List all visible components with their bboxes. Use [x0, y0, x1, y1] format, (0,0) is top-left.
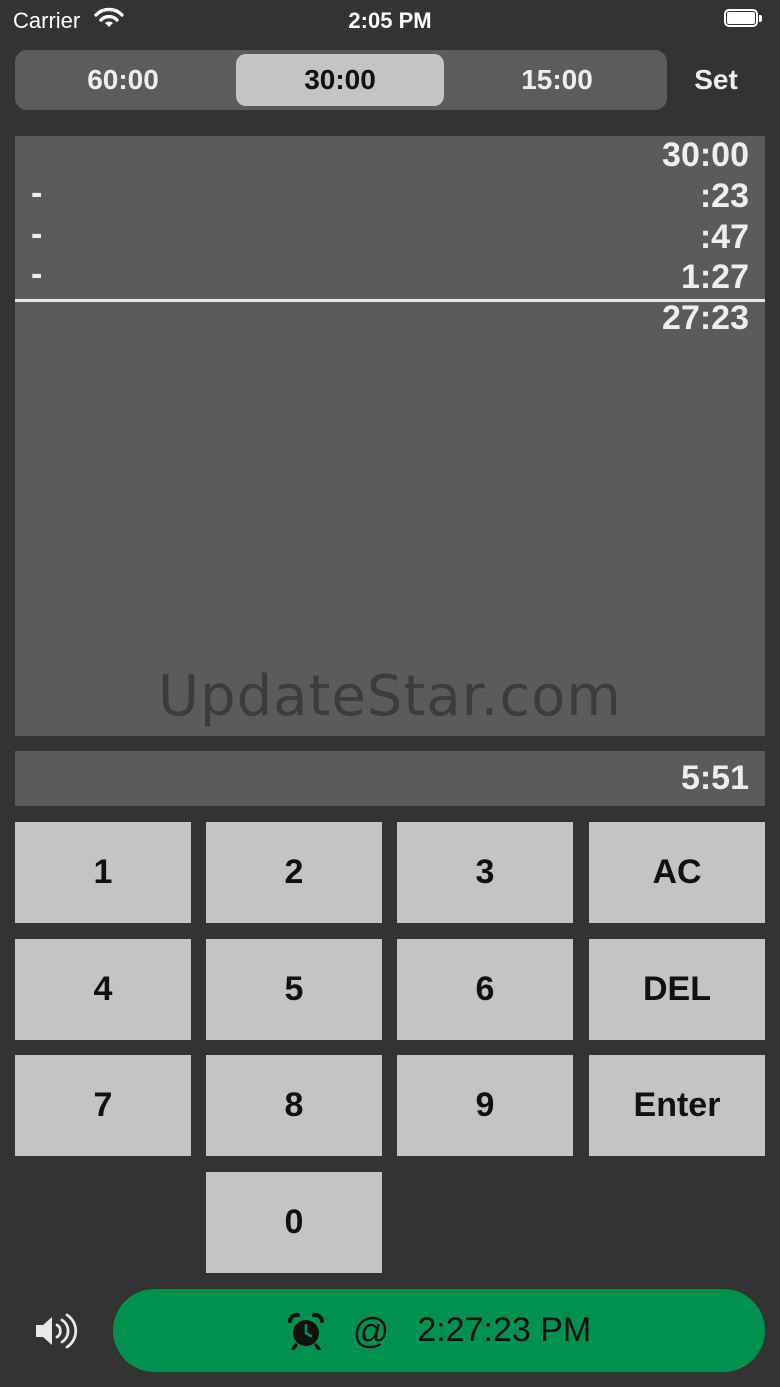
- enter-button[interactable]: Enter: [589, 1055, 765, 1156]
- tape-row: - :23: [15, 174, 765, 217]
- tape-row: - :47: [15, 215, 765, 258]
- key-9[interactable]: 9: [397, 1055, 573, 1156]
- tape-sign: -: [31, 215, 43, 253]
- key-0[interactable]: 0: [206, 1172, 382, 1273]
- tape-total: 27:23: [662, 299, 749, 337]
- speaker-icon[interactable]: [32, 1311, 82, 1351]
- tape-total-row: 27:23: [15, 299, 765, 339]
- tape-value: 1:27: [680, 258, 749, 296]
- key-6[interactable]: 6: [397, 939, 573, 1040]
- alarm-time: 2:27:23 PM: [417, 1311, 592, 1349]
- alarm-button[interactable]: @ 2:27:23 PM: [113, 1289, 765, 1372]
- key-2[interactable]: 2: [206, 822, 382, 923]
- key-7[interactable]: 7: [15, 1055, 191, 1156]
- entry-display: 5:51: [15, 751, 765, 806]
- segment-60[interactable]: 60:00: [19, 54, 227, 106]
- battery-icon: [724, 9, 764, 29]
- status-bar: Carrier 2:05 PM: [0, 0, 780, 44]
- status-time: 2:05 PM: [348, 8, 432, 33]
- delete-button[interactable]: DEL: [589, 939, 765, 1040]
- key-8[interactable]: 8: [206, 1055, 382, 1156]
- tape-value: :23: [699, 177, 749, 215]
- duration-segmented-control: 60:00 30:00 15:00: [15, 50, 667, 110]
- tape-row: - 1:27: [15, 255, 765, 298]
- key-1[interactable]: 1: [15, 822, 191, 923]
- key-5[interactable]: 5: [206, 939, 382, 1040]
- alarm-clock-icon: [287, 1312, 325, 1351]
- entry-value: 5:51: [680, 759, 749, 797]
- key-4[interactable]: 4: [15, 939, 191, 1040]
- tape-value: :47: [699, 218, 749, 256]
- segment-30[interactable]: 30:00: [236, 54, 444, 106]
- tape-row: 30:00: [15, 136, 765, 176]
- at-symbol: @: [352, 1309, 390, 1351]
- tape-sign: -: [31, 174, 43, 212]
- key-3[interactable]: 3: [397, 822, 573, 923]
- segment-15[interactable]: 15:00: [453, 54, 661, 106]
- tape-value: 30:00: [662, 136, 749, 174]
- all-clear-button[interactable]: AC: [589, 822, 765, 923]
- tape-sign: -: [31, 255, 43, 293]
- tape-display: 30:00 - :23 - :47 - 1:27 27:23 UpdateSta…: [15, 136, 765, 736]
- watermark-text: UpdateStar.com: [158, 664, 622, 729]
- set-button[interactable]: Set: [676, 58, 756, 102]
